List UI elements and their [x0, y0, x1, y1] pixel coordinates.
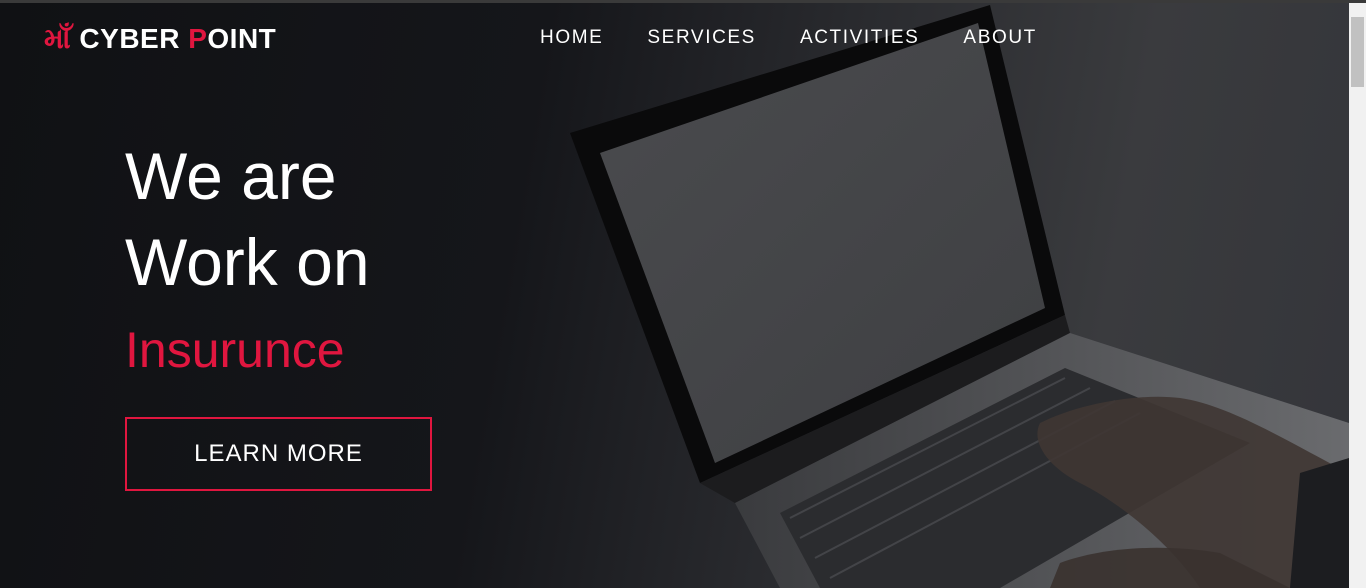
page-scrollbar[interactable] [1349, 3, 1366, 588]
hero-headline: We are Work on [125, 133, 545, 305]
hero-section: માઁ CYBER POINT HOME SERVICES ACTIVITIES… [0, 3, 1349, 588]
nav-home[interactable]: HOME [540, 27, 603, 49]
brand-name-part2: OINT [207, 23, 277, 54]
headline-line2: Work on [125, 225, 370, 299]
learn-more-button[interactable]: LEARN MORE [125, 417, 432, 491]
main-nav: HOME SERVICES ACTIVITIES ABOUT [540, 27, 1081, 49]
brand-name-part1: CYBER [79, 23, 189, 54]
nav-services[interactable]: SERVICES [647, 27, 756, 49]
hero-subline: Insurunce [125, 322, 345, 378]
nav-about[interactable]: ABOUT [963, 27, 1036, 49]
nav-activities[interactable]: ACTIVITIES [800, 27, 919, 49]
brand-mark: માઁ [44, 23, 72, 54]
scrollbar-thumb[interactable] [1351, 17, 1364, 87]
brand-name-p: P [188, 23, 208, 54]
brand-logo[interactable]: માઁ CYBER POINT [44, 23, 276, 56]
headline-line1: We are [125, 139, 337, 213]
